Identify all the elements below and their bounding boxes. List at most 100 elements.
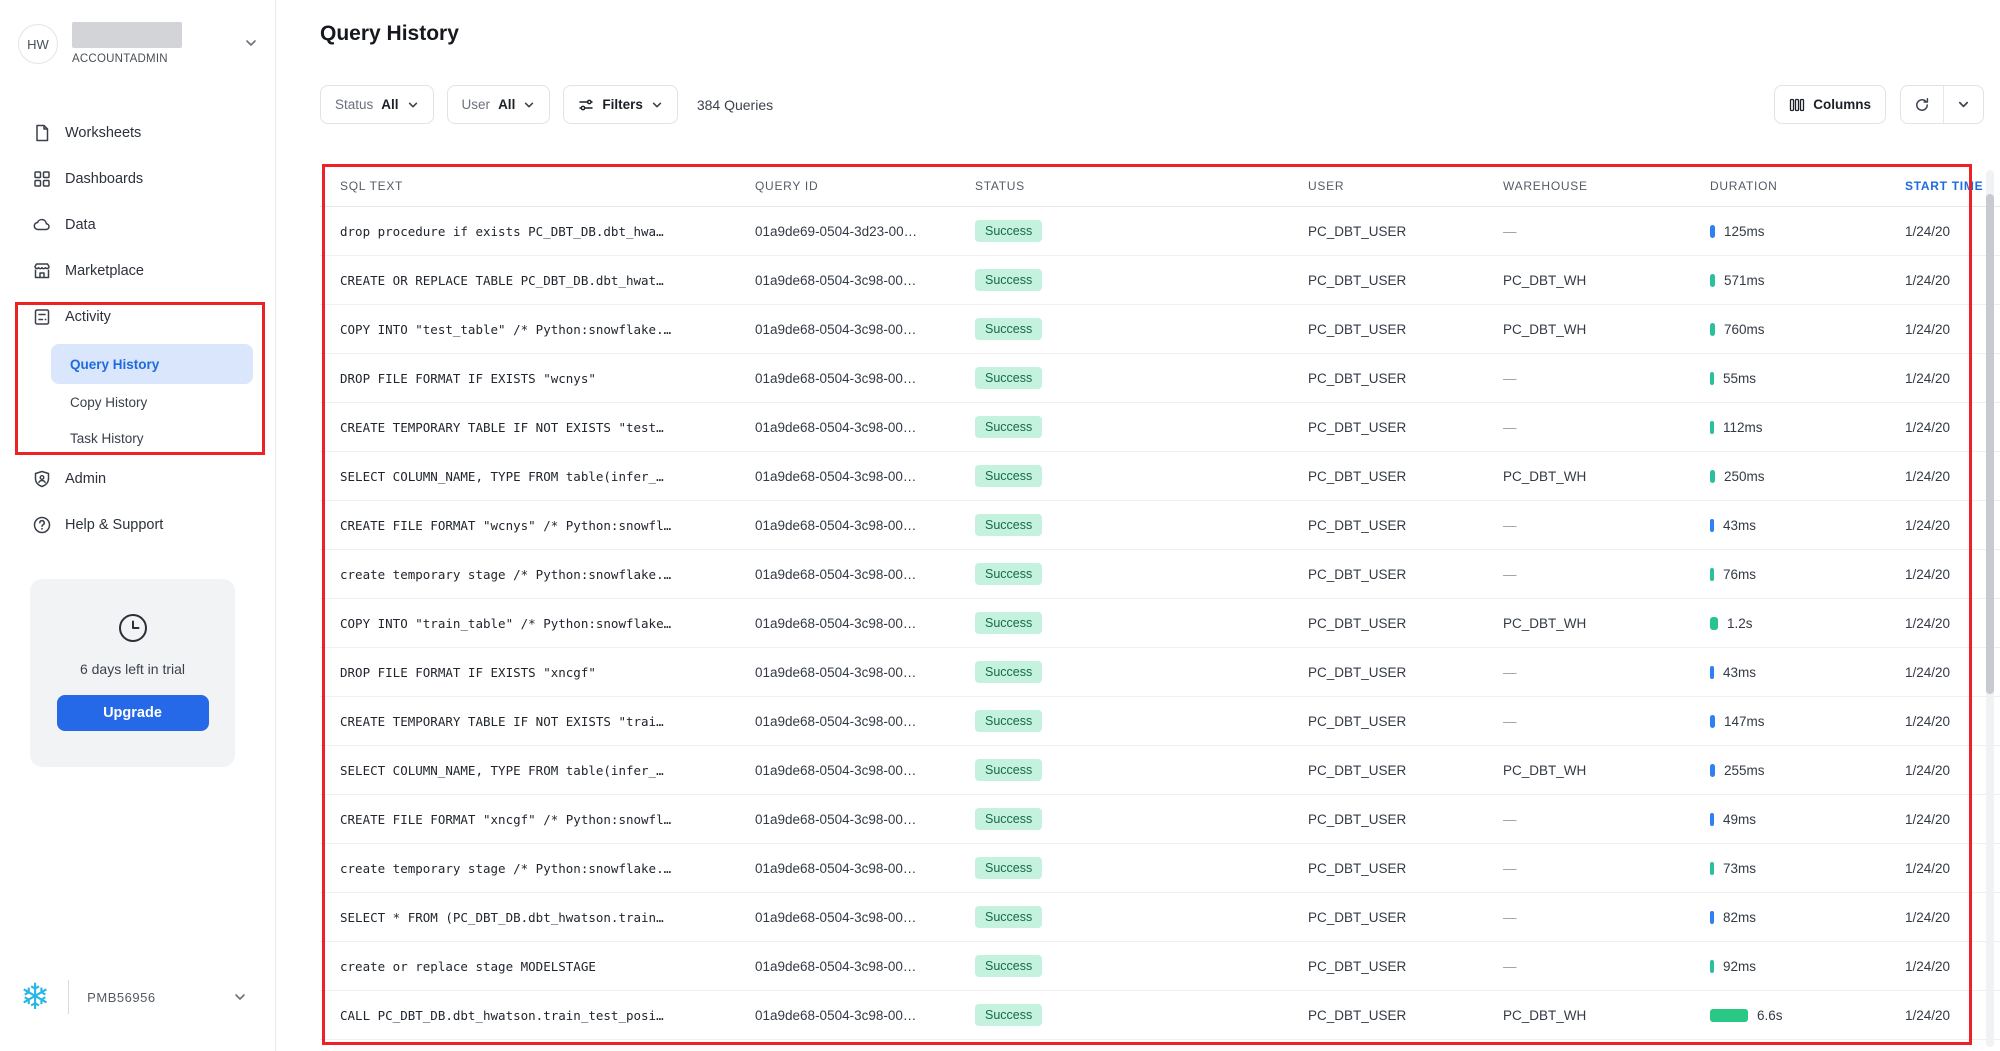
sql-text-cell: CREATE TEMPORARY TABLE IF NOT EXISTS "tr… xyxy=(340,714,755,729)
column-header-duration[interactable]: DURATION xyxy=(1710,179,1905,193)
table-row[interactable]: CREATE FILE FORMAT "wcnys" /* Python:sno… xyxy=(320,501,2000,550)
duration-bar xyxy=(1710,519,1714,532)
worksheet-icon xyxy=(32,123,52,143)
warehouse-cell: PC_DBT_WH xyxy=(1503,763,1710,778)
vertical-scrollbar-thumb[interactable] xyxy=(1986,194,1994,694)
duration-bar xyxy=(1710,862,1714,875)
user-filter-label: User xyxy=(462,97,491,112)
warehouse-cell: PC_DBT_WH xyxy=(1503,616,1710,631)
duration-value: 571ms xyxy=(1724,273,1765,288)
query-id-cell: 01a9de68-0504-3c98-00… xyxy=(755,420,975,435)
sidebar-item-worksheets[interactable]: Worksheets xyxy=(0,110,275,156)
table-row[interactable]: DROP FILE FORMAT IF EXISTS "xncgf" 01a9d… xyxy=(320,648,2000,697)
table-row[interactable]: create temporary stage /* Python:snowfla… xyxy=(320,844,2000,893)
user-cell: PC_DBT_USER xyxy=(1308,714,1503,729)
table-row[interactable]: DROP FILE FORMAT IF EXISTS "wcnys" 01a9d… xyxy=(320,354,2000,403)
duration-value: 76ms xyxy=(1723,567,1756,582)
user-cell: PC_DBT_USER xyxy=(1308,567,1503,582)
sidebar-item-label: Dashboards xyxy=(65,171,143,187)
user-cell: PC_DBT_USER xyxy=(1308,224,1503,239)
sidebar-item-task-history[interactable]: Task History xyxy=(0,420,275,456)
duration-cell: 6.6s xyxy=(1710,1008,1905,1023)
table-row[interactable]: CREATE FILE FORMAT "xncgf" /* Python:sno… xyxy=(320,795,2000,844)
sql-text-cell: SELECT COLUMN_NAME, TYPE FROM table(infe… xyxy=(340,763,755,778)
user-cell: PC_DBT_USER xyxy=(1308,1008,1503,1023)
query-id-cell: 01a9de68-0504-3c98-00… xyxy=(755,1008,975,1023)
warehouse-cell: — xyxy=(1503,959,1710,974)
table-row[interactable]: CREATE TEMPORARY TABLE IF NOT EXISTS "tr… xyxy=(320,697,2000,746)
duration-cell: 92ms xyxy=(1710,959,1905,974)
user-filter-dropdown[interactable]: User All xyxy=(447,85,551,124)
status-badge: Success xyxy=(975,1004,1042,1026)
table-row[interactable]: SELECT COLUMN_NAME, TYPE FROM table(infe… xyxy=(320,746,2000,795)
query-id-cell: 01a9de68-0504-3c98-00… xyxy=(755,518,975,533)
table-header-row: SQL TEXT QUERY ID STATUS USER WAREHOUSE … xyxy=(320,166,2000,207)
duration-value: 147ms xyxy=(1724,714,1765,729)
status-badge: Success xyxy=(975,367,1042,389)
clock-icon xyxy=(116,611,150,645)
user-cell: PC_DBT_USER xyxy=(1308,616,1503,631)
table-row[interactable]: CREATE OR REPLACE PROCEDURE PC_DBT_DB.db… xyxy=(320,1040,2000,1051)
warehouse-cell: PC_DBT_WH xyxy=(1503,322,1710,337)
column-header-user[interactable]: USER xyxy=(1308,179,1503,193)
chevron-down-icon[interactable] xyxy=(233,990,247,1004)
table-row[interactable]: create temporary stage /* Python:snowfla… xyxy=(320,550,2000,599)
sidebar-item-copy-history[interactable]: Copy History xyxy=(0,384,275,420)
sql-text-cell: COPY INTO "train_table" /* Python:snowfl… xyxy=(340,616,755,631)
duration-bar xyxy=(1710,225,1715,238)
sidebar-item-help-support[interactable]: Help & Support xyxy=(0,502,275,548)
table-row[interactable]: CALL PC_DBT_DB.dbt_hwatson.train_test_po… xyxy=(320,991,2000,1040)
refresh-options-button[interactable] xyxy=(1944,86,1983,123)
duration-bar xyxy=(1710,715,1715,728)
sidebar-footer: ❄ PMB56956 xyxy=(20,979,255,1015)
sidebar-item-label: Worksheets xyxy=(65,125,141,141)
sidebar-item-data[interactable]: Data xyxy=(0,202,275,248)
table-row[interactable]: create or replace stage MODELSTAGE 01a9d… xyxy=(320,942,2000,991)
account-id: PMB56956 xyxy=(87,990,155,1005)
status-badge: Success xyxy=(975,612,1042,634)
sql-text-cell: create temporary stage /* Python:snowfla… xyxy=(340,861,755,876)
refresh-button[interactable] xyxy=(1901,86,1943,123)
duration-value: 73ms xyxy=(1723,861,1756,876)
warehouse-cell: PC_DBT_WH xyxy=(1503,1008,1710,1023)
status-filter-dropdown[interactable]: Status All xyxy=(320,85,434,124)
duration-bar xyxy=(1710,813,1714,826)
upgrade-button[interactable]: Upgrade xyxy=(57,695,209,731)
duration-bar xyxy=(1710,274,1715,287)
sidebar-item-marketplace[interactable]: Marketplace xyxy=(0,248,275,294)
filters-dropdown[interactable]: Filters xyxy=(563,85,678,124)
account-selector[interactable]: HW ACCOUNTADMIN xyxy=(18,22,258,72)
query-id-cell: 01a9de68-0504-3c98-00… xyxy=(755,273,975,288)
table-row[interactable]: COPY INTO "test_table" /* Python:snowfla… xyxy=(320,305,2000,354)
filters-label: Filters xyxy=(602,97,643,112)
chevron-down-icon xyxy=(244,36,258,50)
duration-cell: 250ms xyxy=(1710,469,1905,484)
columns-button[interactable]: Columns xyxy=(1774,85,1886,124)
table-row[interactable]: CREATE TEMPORARY TABLE IF NOT EXISTS "te… xyxy=(320,403,2000,452)
sql-text-cell: DROP FILE FORMAT IF EXISTS "xncgf" xyxy=(340,665,755,680)
toolbar: Status All User All Filters 384 Queries xyxy=(320,85,773,124)
sql-text-cell: CREATE OR REPLACE TABLE PC_DBT_DB.dbt_hw… xyxy=(340,273,755,288)
account-name-redacted xyxy=(72,22,182,48)
query-id-cell: 01a9de68-0504-3c98-00… xyxy=(755,616,975,631)
user-cell: PC_DBT_USER xyxy=(1308,959,1503,974)
table-row[interactable]: drop procedure if exists PC_DBT_DB.dbt_h… xyxy=(320,207,2000,256)
table-row[interactable]: COPY INTO "train_table" /* Python:snowfl… xyxy=(320,599,2000,648)
column-header-status[interactable]: STATUS xyxy=(975,179,1308,193)
sidebar-item-label: Activity xyxy=(65,309,111,325)
table-row[interactable]: SELECT COLUMN_NAME, TYPE FROM table(infe… xyxy=(320,452,2000,501)
table-row[interactable]: SELECT * FROM (PC_DBT_DB.dbt_hwatson.tra… xyxy=(320,893,2000,942)
sidebar-item-activity[interactable]: Activity xyxy=(0,294,275,340)
column-header-warehouse[interactable]: WAREHOUSE xyxy=(1503,179,1710,193)
sidebar-item-admin[interactable]: Admin xyxy=(0,456,275,502)
column-header-query-id[interactable]: QUERY ID xyxy=(755,179,975,193)
sidebar-item-dashboards[interactable]: Dashboards xyxy=(0,156,275,202)
duration-cell: 43ms xyxy=(1710,518,1905,533)
sidebar-item-query-history[interactable]: Query History xyxy=(51,344,253,384)
duration-cell: 125ms xyxy=(1710,224,1905,239)
warehouse-cell: — xyxy=(1503,518,1710,533)
status-badge: Success xyxy=(975,710,1042,732)
warehouse-cell: PC_DBT_WH xyxy=(1503,273,1710,288)
column-header-sql-text[interactable]: SQL TEXT xyxy=(340,179,755,193)
table-row[interactable]: CREATE OR REPLACE TABLE PC_DBT_DB.dbt_hw… xyxy=(320,256,2000,305)
